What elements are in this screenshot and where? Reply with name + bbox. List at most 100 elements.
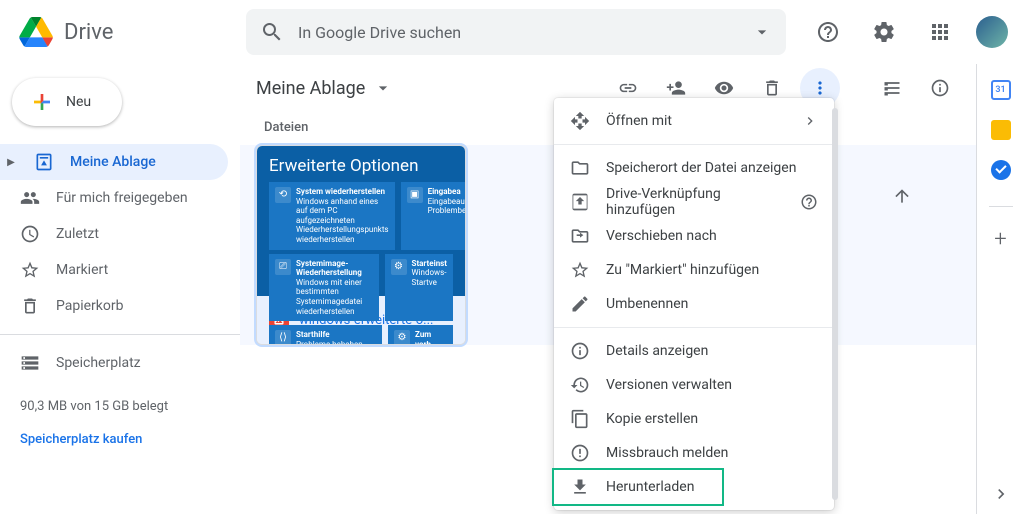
file-thumbnail: Erweiterte Optionen ⟲System wiederherste… [257,146,465,296]
menu-rename[interactable]: Umbenennen [554,287,834,321]
thumb-title: Erweiterte Optionen [269,156,453,176]
collapse-panel-icon[interactable] [991,484,1011,504]
new-button[interactable]: Neu [12,78,122,126]
help-icon[interactable] [808,12,848,52]
chevron-right-icon: ▶ [4,157,18,168]
sidebar-item-storage[interactable]: Speicherplatz [0,345,228,381]
apps-icon[interactable] [920,12,960,52]
menu-add-star[interactable]: Zu "Markiert" hinzufügen [554,253,834,287]
sidebar-item-label: Für mich freigegeben [56,190,188,206]
sidebar: Neu ▶ Meine Ablage Für mich freigegeben … [0,64,240,514]
calendar-icon[interactable] [991,80,1011,100]
info-icon[interactable] [920,68,960,108]
menu-show-location[interactable]: Speicherort der Datei anzeigen [554,151,834,185]
menu-label: Drive-Verknüpfung hinzufügen [606,186,784,218]
menu-separator [554,144,834,145]
menu-report[interactable]: Missbrauch melden [554,436,834,470]
download-icon [570,477,590,497]
menu-label: Details anzeigen [606,343,708,359]
menu-details[interactable]: Details anzeigen [554,334,834,368]
search-icon [260,20,284,44]
drive-logo-icon[interactable] [16,12,56,52]
side-panel: + [976,64,1024,514]
buy-storage-link[interactable]: Speicherplatz kaufen [20,432,220,447]
sidebar-item-my-drive[interactable]: ▶ Meine Ablage [0,144,228,180]
menu-copy[interactable]: Kopie erstellen [554,402,834,436]
menu-label: Versionen verwalten [606,377,732,393]
copy-icon [570,409,590,429]
menu-label: Öffnen mit [606,113,672,129]
header: Drive In Google Drive suchen [0,0,1024,64]
my-drive-icon [34,152,54,172]
sidebar-item-label: Papierkorb [56,298,124,314]
thumb-tile: ▣EingabeaEingabeauffordr Problembehandl [401,182,466,250]
shared-icon [20,188,40,208]
menu-open-with[interactable]: Öffnen mit [554,104,834,138]
tasks-icon[interactable] [991,160,1011,180]
recent-icon [20,224,40,244]
menu-label: Speicherort der Datei anzeigen [606,160,796,176]
menu-label: Missbrauch melden [606,445,728,461]
thumb-tile: ⟲System wiederherstellenWindows anhand e… [269,182,395,250]
sidebar-item-label: Zuletzt [56,226,99,242]
menu-scrollbar[interactable] [832,108,838,500]
menu-separator [554,327,834,328]
chevron-down-icon [373,78,393,98]
details-icon [570,341,590,361]
context-menu: Öffnen mit Speicherort der Datei anzeige… [554,98,834,510]
keep-icon[interactable] [991,120,1011,140]
header-actions [808,12,1008,52]
settings-icon[interactable] [864,12,904,52]
breadcrumb-label: Meine Ablage [256,78,365,99]
divider [0,334,240,335]
menu-label: Zu "Markiert" hinzufügen [606,262,759,278]
trash-icon [20,296,40,316]
menu-move-to[interactable]: Verschieben nach [554,219,834,253]
storage-text: 90,3 MB von 15 GB belegt [20,399,220,414]
search-filter-icon[interactable] [752,22,772,42]
search-placeholder: In Google Drive suchen [298,23,752,42]
shortcut-icon [570,192,590,212]
thumb-tile: ⚙StarteinstWindows-Startve [385,254,453,322]
new-button-label: Neu [66,94,91,110]
thumb-tile: ⚙Zum vorhzurückke [388,325,453,345]
thumb-tile: ⎚Systemimage-WiederherstellungWindows mi… [269,254,379,322]
divider [989,206,1013,207]
logo-area: Drive [16,12,246,52]
versions-icon [570,375,590,395]
view-list-icon[interactable] [872,68,912,108]
folder-icon [570,158,590,178]
menu-label: Verschieben nach [606,228,717,244]
menu-download[interactable]: Herunterladen [554,470,834,504]
sidebar-item-trash[interactable]: Papierkorb [0,288,228,324]
menu-label: Herunterladen [606,479,694,495]
sidebar-item-shared[interactable]: Für mich freigegeben [0,180,228,216]
search-box[interactable]: In Google Drive suchen [246,9,786,55]
move-icon [570,226,590,246]
add-addon-icon[interactable]: + [994,227,1006,252]
menu-add-shortcut[interactable]: Drive-Verknüpfung hinzufügen [554,185,834,219]
file-card[interactable]: Erweiterte Optionen ⟲System wiederherste… [256,145,466,345]
sidebar-item-label: Meine Ablage [70,154,156,170]
storage-icon [20,353,40,373]
thumb-tile: ⟨⟩StarthilfeProbleme beheben, die das La… [269,325,382,345]
report-icon [570,443,590,463]
menu-label: Umbenennen [606,296,688,312]
star-icon [20,260,40,280]
sidebar-item-starred[interactable]: Markiert [0,252,228,288]
star-icon [570,260,590,280]
sidebar-item-label: Markiert [56,262,108,278]
help-icon[interactable] [800,193,818,211]
sidebar-item-label: Speicherplatz [56,355,141,371]
sidebar-item-recent[interactable]: Zuletzt [0,216,228,252]
rename-icon [570,294,590,314]
storage-info: 90,3 MB von 15 GB belegt Speicherplatz k… [0,381,240,453]
open-with-icon [570,111,590,131]
app-name: Drive [64,20,113,45]
scroll-up-icon[interactable] [892,186,912,206]
menu-versions[interactable]: Versionen verwalten [554,368,834,402]
chevron-right-icon [802,113,818,129]
avatar[interactable] [976,16,1008,48]
menu-label: Kopie erstellen [606,411,698,427]
breadcrumb[interactable]: Meine Ablage [256,78,393,99]
